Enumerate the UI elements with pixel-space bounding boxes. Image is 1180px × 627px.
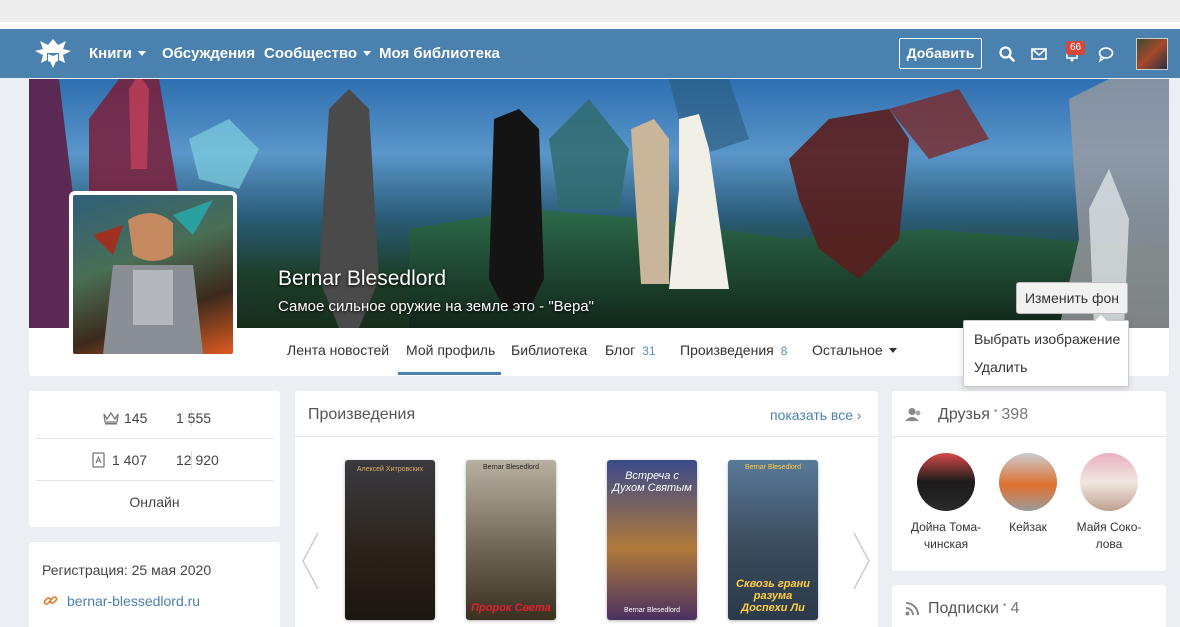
book-author: Bernar Blesedlord (623, 607, 681, 614)
nav-books[interactable]: Книги (89, 45, 146, 62)
nav-community[interactable]: Сообщество (264, 45, 372, 62)
mail-icon[interactable] (1030, 45, 1048, 63)
subscriptions-card: Подписки • 4 (892, 585, 1166, 627)
chevron-down-icon (363, 51, 372, 56)
book-title: Пророк Света (471, 602, 551, 614)
friend-name: Майя Соко-лова (1076, 520, 1142, 551)
change-background-menu: Выбрать изображение Удалить (963, 314, 1129, 387)
avatar-picture (93, 200, 213, 354)
friend-name: Дойна Тома-чинская (910, 520, 982, 551)
top-navbar: Книги Обсуждения Сообщество Моя библиоте… (0, 29, 1180, 78)
book-cover[interactable]: Встреча с Духом Святым Bernar Blesedlord (607, 460, 697, 620)
book-author: Bernar Blesedlord (482, 464, 540, 471)
chevron-down-icon (137, 51, 146, 56)
tab-library[interactable]: Библиотека (511, 342, 587, 358)
top-spacer (0, 22, 1180, 29)
stats-row-rating: 145 1 555 (29, 397, 280, 439)
tab-my-profile[interactable]: Мой профиль (406, 342, 495, 358)
blog-count: 31 (642, 344, 656, 358)
stats-row-library: 1 407 12 920 (29, 439, 280, 481)
choose-image-item[interactable]: Выбрать изображение (974, 331, 1120, 347)
rating-secondary: 1 555 (176, 410, 212, 426)
book-icon (92, 452, 105, 468)
divider (36, 480, 273, 481)
crown-icon (103, 411, 119, 425)
divider (892, 436, 1166, 437)
friends-title: Друзья • 398 (938, 406, 1029, 423)
friend-name: Кейзак (1009, 520, 1047, 534)
tab-works[interactable]: Произведения 8 (680, 342, 787, 358)
rating-value: 145 (124, 410, 148, 426)
book-cover[interactable]: Bernar Blesedlord Пророк Света (466, 460, 556, 620)
works-count: 8 (780, 344, 788, 358)
friend-item[interactable]: Дойна Тома-чинская (906, 453, 986, 553)
link-icon (43, 596, 58, 605)
friend-item[interactable]: Майя Соко-лова (1069, 453, 1149, 553)
friend-avatar (1080, 453, 1138, 511)
friend-item[interactable]: Кейзак (988, 453, 1068, 536)
website-link[interactable]: bernar-blessedlord.ru (67, 593, 200, 609)
user-avatar[interactable] (1136, 38, 1168, 70)
carousel-prev-icon[interactable] (300, 531, 320, 591)
book-cover[interactable]: Алексей Хитровских (345, 460, 435, 620)
book-author: Алексей Хитровских (356, 466, 424, 473)
chat-icon[interactable] (1097, 45, 1115, 63)
book-title: Сквозь грани разума Доспехи Ли (736, 578, 810, 614)
nav-my-library[interactable]: Моя библиотека (379, 45, 500, 62)
works-card: Произведения показать все › Алексей Хитр… (295, 391, 878, 627)
divider (295, 436, 878, 437)
rss-icon (905, 602, 919, 616)
works-title: Произведения (308, 406, 416, 423)
tab-other[interactable]: Остальное (812, 342, 897, 358)
carousel-next-icon[interactable] (852, 531, 872, 591)
chevron-right-icon: › (856, 407, 862, 423)
friend-avatar (999, 453, 1057, 511)
book-title: Встреча с Духом Святым (612, 470, 692, 494)
chevron-down-icon (888, 348, 897, 353)
nav-discussions[interactable]: Обсуждения (162, 45, 255, 62)
tab-blog[interactable]: Блог 31 (605, 342, 656, 358)
book-cover[interactable]: Bernar Blesedlord Сквозь грани разума До… (728, 460, 818, 620)
site-logo-icon[interactable] (32, 35, 74, 73)
profile-name: Bernar Blesedlord (278, 267, 447, 290)
active-tab-indicator (398, 372, 501, 375)
online-status: Онлайн (129, 494, 180, 510)
add-button[interactable]: Добавить (899, 38, 982, 69)
browser-top-strip (0, 0, 1180, 22)
notifications-badge: 66 (1066, 41, 1086, 55)
subscriptions-title: Подписки • 4 (928, 600, 1020, 617)
change-background-button[interactable]: Изменить фон (1016, 282, 1128, 314)
friends-card: Друзья • 398 Дойна Тома-чинская Кейзак Май… (892, 391, 1166, 571)
tab-news-feed[interactable]: Лента новостей (287, 342, 389, 358)
friend-avatar (917, 453, 975, 511)
library-secondary: 12 920 (176, 452, 219, 468)
delete-image-item[interactable]: Удалить (974, 359, 1027, 375)
registration-date: Регистрация: 25 мая 2020 (42, 562, 212, 578)
info-card: Регистрация: 25 мая 2020 bernar-blessedl… (29, 542, 280, 627)
search-icon[interactable] (998, 45, 1016, 63)
profile-avatar[interactable] (69, 191, 237, 358)
library-value: 1 407 (112, 452, 148, 468)
subscriptions-count: 4 (1010, 600, 1020, 617)
book-author: Bernar Blesedlord (744, 464, 802, 471)
friends-count: 398 (1001, 406, 1029, 423)
stats-card: 145 1 555 1 407 12 920 Онлайн (29, 391, 280, 527)
friends-icon (905, 408, 921, 421)
show-all-works-link[interactable]: показать все › (770, 407, 862, 423)
profile-status: Самое сильное оружие на земле это - "Вер… (278, 298, 594, 315)
